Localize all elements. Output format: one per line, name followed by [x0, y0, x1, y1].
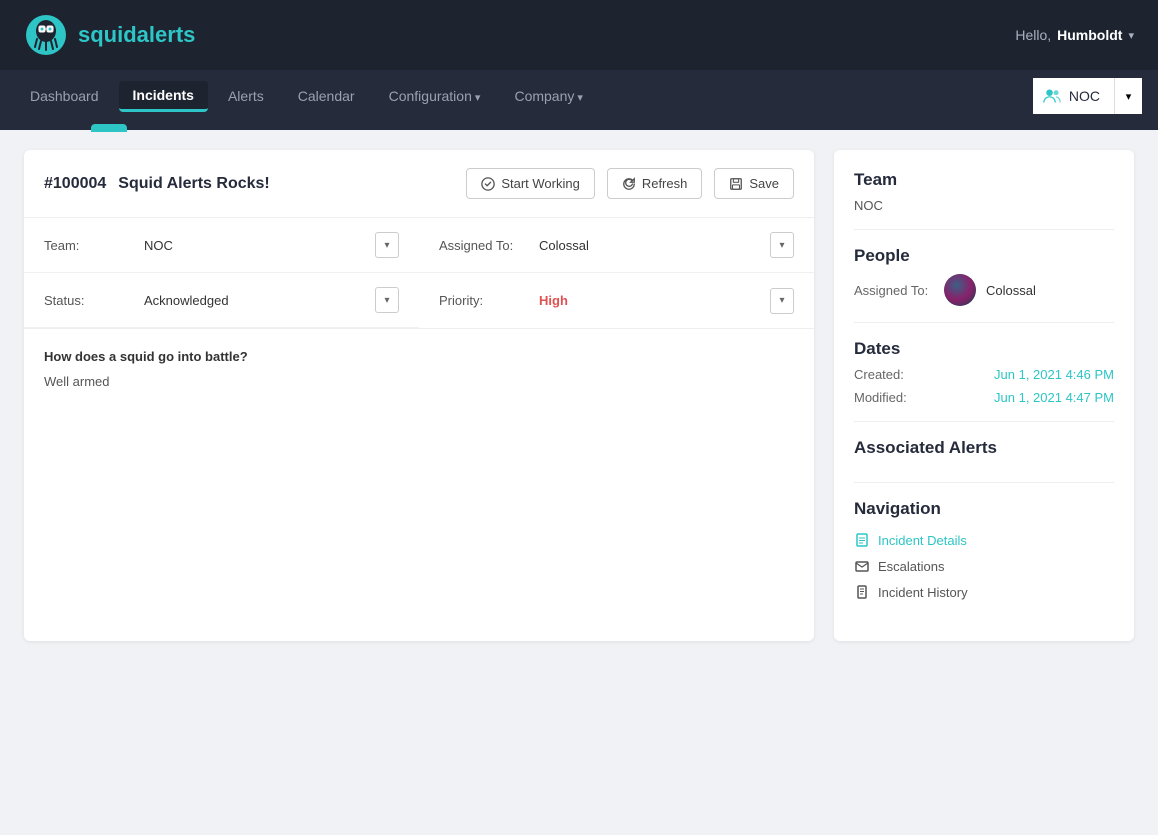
nav-item-calendar[interactable]: Calendar: [284, 82, 369, 110]
incident-card: #100004 Squid Alerts Rocks! Start Workin…: [24, 150, 814, 641]
sidebar-navigation-section: Navigation Incident Details: [854, 483, 1114, 621]
sidebar-nav-title: Navigation: [854, 499, 1114, 519]
sidebar-assigned-label: Assigned To:: [854, 283, 934, 298]
people-row: Assigned To: Colossal: [854, 274, 1114, 306]
user-chevron-icon[interactable]: ▾: [1128, 29, 1134, 42]
avatar-image: [944, 274, 976, 306]
top-bar: squidalerts Hello, Humboldt ▾: [0, 0, 1158, 70]
people-icon: [1043, 88, 1061, 104]
modified-value: Jun 1, 2021 4:47 PM: [994, 390, 1114, 405]
incident-number: #100004: [44, 175, 106, 193]
nav-item-alerts[interactable]: Alerts: [214, 82, 278, 110]
assigned-select[interactable]: Colossal ▾: [539, 232, 794, 258]
start-working-icon: [481, 177, 495, 191]
incident-details-icon: [854, 532, 870, 548]
team-label: Team:: [44, 238, 134, 253]
incident-title: Squid Alerts Rocks!: [118, 175, 454, 193]
sidebar-assigned-name: Colossal: [986, 283, 1036, 298]
priority-value: High: [539, 293, 762, 308]
escalations-icon: [854, 558, 870, 574]
incident-details-label: Incident Details: [878, 533, 967, 548]
save-button[interactable]: Save: [714, 168, 794, 199]
logo-text: squidalerts: [78, 22, 195, 48]
created-value: Jun 1, 2021 4:46 PM: [994, 367, 1114, 382]
greeting-text: Hello,: [1015, 27, 1051, 43]
team-field: Team: NOC ▾: [24, 218, 419, 273]
status-value: Acknowledged: [144, 293, 367, 308]
noc-label: NOC: [1069, 88, 1100, 104]
team-dropdown-arrow[interactable]: ▾: [375, 232, 399, 258]
priority-select[interactable]: High ▾: [539, 288, 794, 314]
sidebar-dates-section: Dates Created: Jun 1, 2021 4:46 PM Modif…: [854, 323, 1114, 422]
team-select[interactable]: NOC ▾: [144, 232, 399, 258]
sidebar-dates-title: Dates: [854, 339, 1114, 359]
incident-history-label: Incident History: [878, 585, 968, 600]
modified-row: Modified: Jun 1, 2021 4:47 PM: [854, 390, 1114, 405]
start-working-button[interactable]: Start Working: [466, 168, 595, 199]
sidebar-people-section: People Assigned To: Colossal: [854, 230, 1114, 323]
avatar: [944, 274, 976, 306]
sidebar-team-title: Team: [854, 170, 1114, 190]
noc-area: NOC ▾: [1033, 78, 1142, 114]
team-value: NOC: [144, 238, 367, 253]
status-label: Status:: [44, 293, 134, 308]
sidebar-alerts-title: Associated Alerts: [854, 438, 1114, 458]
created-row: Created: Jun 1, 2021 4:46 PM: [854, 367, 1114, 382]
incident-form: Team: NOC ▾ Assigned To: Colossal ▾ Stat…: [24, 218, 814, 329]
incident-header: #100004 Squid Alerts Rocks! Start Workin…: [24, 150, 814, 218]
sidebar-alerts-section: Associated Alerts: [854, 422, 1114, 483]
nav-link-incident-details[interactable]: Incident Details: [854, 527, 1114, 553]
assigned-field: Assigned To: Colossal ▾: [419, 218, 814, 273]
incidents-tab-indicator: [91, 124, 127, 132]
status-field: Status: Acknowledged ▾: [24, 273, 419, 328]
noc-button[interactable]: NOC: [1033, 78, 1114, 114]
nav-link-incident-history[interactable]: Incident History: [854, 579, 1114, 605]
logo-icon: [24, 13, 68, 57]
assigned-dropdown-arrow[interactable]: ▾: [770, 232, 794, 258]
sidebar: Team NOC People Assigned To: Colossal Da…: [834, 150, 1134, 641]
nav-item-company[interactable]: Company: [500, 82, 597, 110]
refresh-button[interactable]: Refresh: [607, 168, 703, 199]
priority-dropdown-arrow[interactable]: ▾: [770, 288, 794, 314]
refresh-icon: [622, 177, 636, 191]
priority-field: Priority: High ▾: [419, 273, 814, 328]
sidebar-people-title: People: [854, 246, 1114, 266]
notes-area: How does a squid go into battle? Well ar…: [24, 329, 814, 409]
main-content: #100004 Squid Alerts Rocks! Start Workin…: [0, 130, 1158, 661]
status-dropdown-arrow[interactable]: ▾: [375, 287, 399, 313]
username[interactable]: Humboldt: [1057, 27, 1122, 43]
sidebar-team-value: NOC: [854, 198, 1114, 213]
nav-link-escalations[interactable]: Escalations: [854, 553, 1114, 579]
noc-dropdown-arrow[interactable]: ▾: [1114, 78, 1142, 114]
escalations-label: Escalations: [878, 559, 944, 574]
created-label: Created:: [854, 367, 904, 382]
notes-answer: Well armed: [44, 374, 794, 389]
sidebar-team-section: Team NOC: [854, 170, 1114, 230]
save-icon: [729, 177, 743, 191]
assigned-label: Assigned To:: [439, 238, 529, 253]
nav-item-incidents[interactable]: Incidents: [119, 81, 208, 112]
user-area: Hello, Humboldt ▾: [1015, 27, 1134, 43]
nav-item-dashboard[interactable]: Dashboard: [16, 82, 113, 110]
assigned-value: Colossal: [539, 238, 762, 253]
priority-label: Priority:: [439, 293, 529, 308]
secondary-nav: Dashboard Incidents Alerts Calendar Conf…: [0, 70, 1158, 122]
nav-item-configuration[interactable]: Configuration: [375, 82, 495, 110]
incident-history-icon: [854, 584, 870, 600]
modified-label: Modified:: [854, 390, 907, 405]
logo-area: squidalerts: [24, 13, 195, 57]
notes-question: How does a squid go into battle?: [44, 349, 794, 364]
status-select[interactable]: Acknowledged ▾: [144, 287, 399, 313]
